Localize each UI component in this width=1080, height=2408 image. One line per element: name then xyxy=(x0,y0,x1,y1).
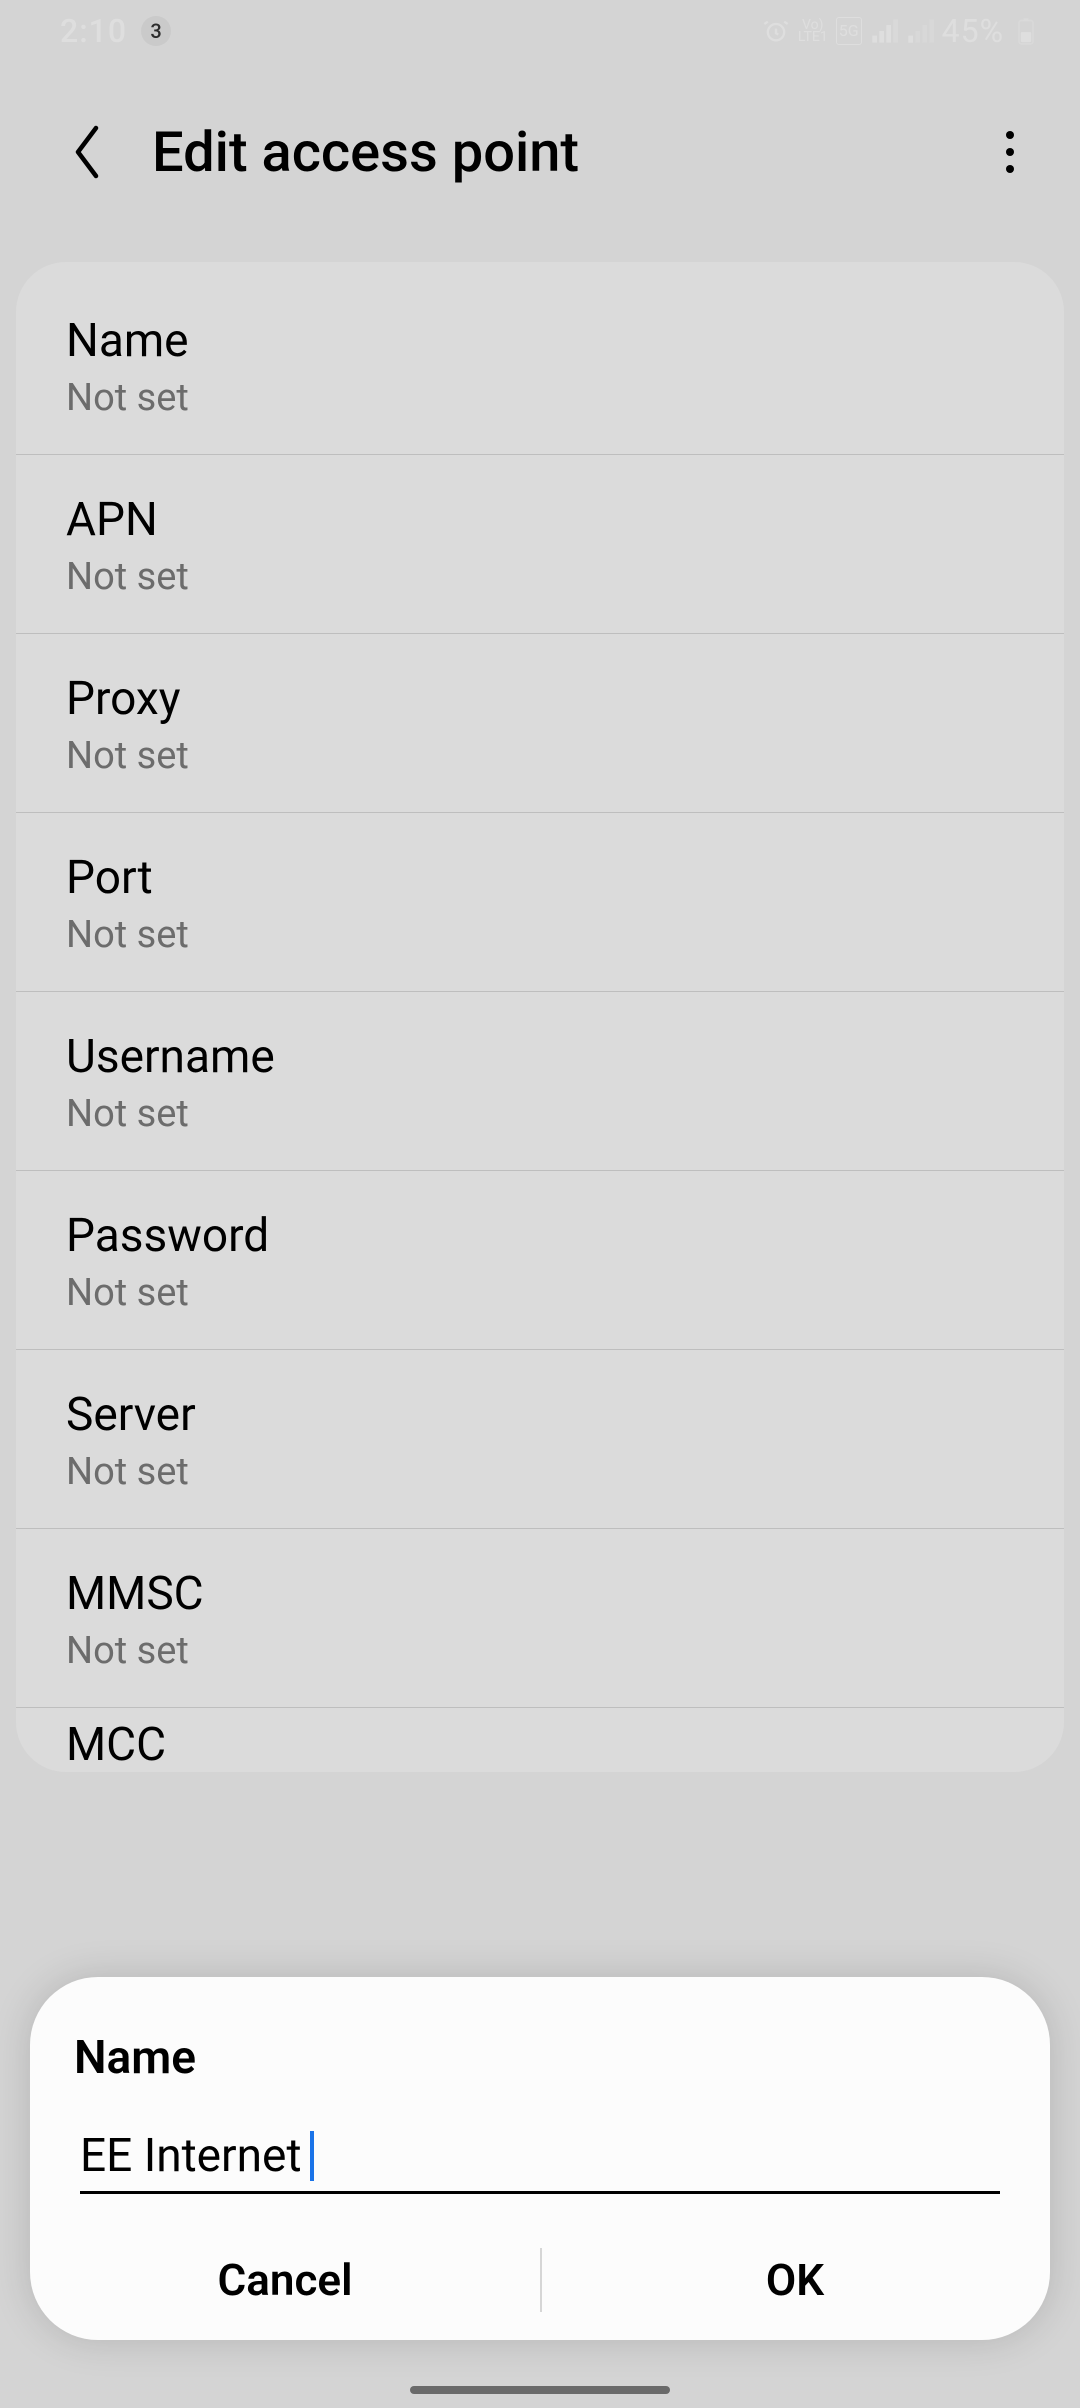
dialog-actions: Cancel OK xyxy=(30,2220,1050,2340)
name-input[interactable]: EE Internet xyxy=(80,2129,302,2183)
ok-button[interactable]: OK xyxy=(540,2220,1050,2340)
edit-name-dialog: Name EE Internet Cancel OK xyxy=(30,1977,1050,2340)
dialog-title: Name xyxy=(30,2031,1050,2085)
home-indicator[interactable] xyxy=(410,2386,670,2394)
dialog-input-wrapper[interactable]: EE Internet xyxy=(80,2129,1000,2194)
cancel-button[interactable]: Cancel xyxy=(30,2220,540,2340)
text-cursor xyxy=(310,2131,314,2181)
